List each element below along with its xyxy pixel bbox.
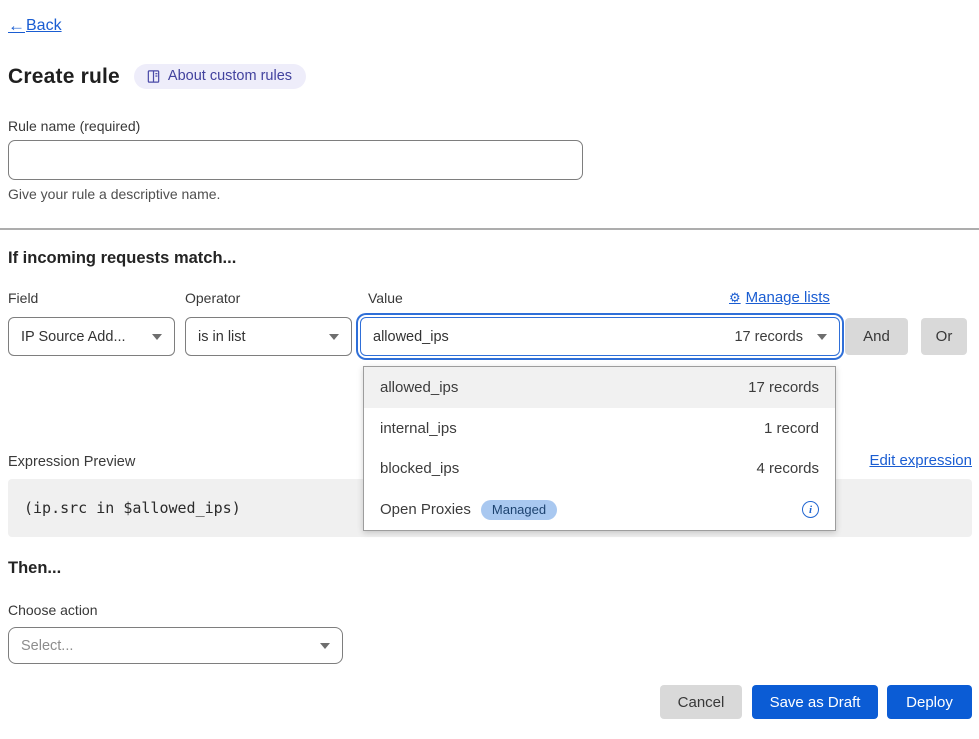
list-record-count: 4 records (756, 460, 819, 477)
field-label: Field (8, 290, 38, 306)
chevron-down-icon (152, 334, 162, 340)
about-custom-rules-badge[interactable]: About custom rules (134, 64, 306, 89)
rule-name-input[interactable] (8, 140, 583, 180)
field-select[interactable]: IP Source Add... (8, 317, 175, 356)
expression-preview-label: Expression Preview (8, 454, 135, 470)
back-arrow-icon: ← (8, 16, 25, 36)
rule-name-label: Rule name (required) (8, 118, 140, 134)
match-section-heading: If incoming requests match... (8, 249, 236, 268)
operator-label: Operator (185, 290, 240, 306)
list-name: Open Proxies (380, 501, 471, 518)
dropdown-item-internal-ips[interactable]: internal_ips 1 record (364, 408, 835, 449)
back-link[interactable]: ←Back (8, 16, 62, 36)
chevron-down-icon (817, 334, 827, 340)
field-select-value: IP Source Add... (21, 329, 152, 345)
choose-action-label: Choose action (8, 602, 98, 618)
value-select-meta: 17 records (734, 329, 803, 345)
about-custom-rules-label: About custom rules (168, 68, 292, 84)
title-row: Create rule About custom rules (8, 64, 306, 89)
gear-icon: ⚙ (729, 290, 741, 306)
manage-lists-link[interactable]: ⚙ Manage lists (729, 289, 830, 306)
page-title: Create rule (8, 65, 120, 89)
section-divider (0, 228, 979, 230)
action-select-placeholder: Select... (21, 638, 320, 654)
create-rule-page: ←Back Create rule About custom rules Rul… (0, 0, 979, 739)
expression-code: (ip.src in $allowed_ips) (24, 499, 241, 517)
edit-expression-link[interactable]: Edit expression (869, 452, 972, 469)
chevron-down-icon (320, 643, 330, 649)
then-section-heading: Then... (8, 559, 61, 578)
save-as-draft-button[interactable]: Save as Draft (752, 685, 878, 719)
dropdown-item-allowed-ips[interactable]: allowed_ips 17 records (364, 367, 835, 408)
info-icon[interactable]: i (802, 501, 819, 518)
chevron-down-icon (329, 334, 339, 340)
value-select[interactable]: allowed_ips 17 records (360, 317, 840, 356)
list-name: allowed_ips (380, 379, 458, 396)
value-label: Value (368, 290, 403, 306)
list-name: internal_ips (380, 420, 457, 437)
value-select-value: allowed_ips (373, 329, 734, 345)
list-name: blocked_ips (380, 460, 459, 477)
manage-lists-label: Manage lists (746, 289, 830, 306)
back-label: Back (26, 17, 62, 35)
book-icon (146, 69, 161, 84)
value-dropdown-panel: allowed_ips 17 records internal_ips 1 re… (363, 366, 836, 531)
list-record-count: 17 records (748, 379, 819, 396)
operator-select-value: is in list (198, 329, 329, 345)
dropdown-item-open-proxies[interactable]: Open Proxies Managed i (364, 489, 835, 530)
operator-select[interactable]: is in list (185, 317, 352, 356)
managed-badge: Managed (481, 500, 557, 520)
action-select[interactable]: Select... (8, 627, 343, 664)
or-button[interactable]: Or (921, 318, 967, 355)
and-button[interactable]: And (845, 318, 908, 355)
list-record-count: 1 record (764, 420, 819, 437)
rule-name-helper: Give your rule a descriptive name. (8, 186, 220, 202)
dropdown-item-blocked-ips[interactable]: blocked_ips 4 records (364, 449, 835, 490)
cancel-button[interactable]: Cancel (660, 685, 742, 719)
deploy-button[interactable]: Deploy (887, 685, 972, 719)
